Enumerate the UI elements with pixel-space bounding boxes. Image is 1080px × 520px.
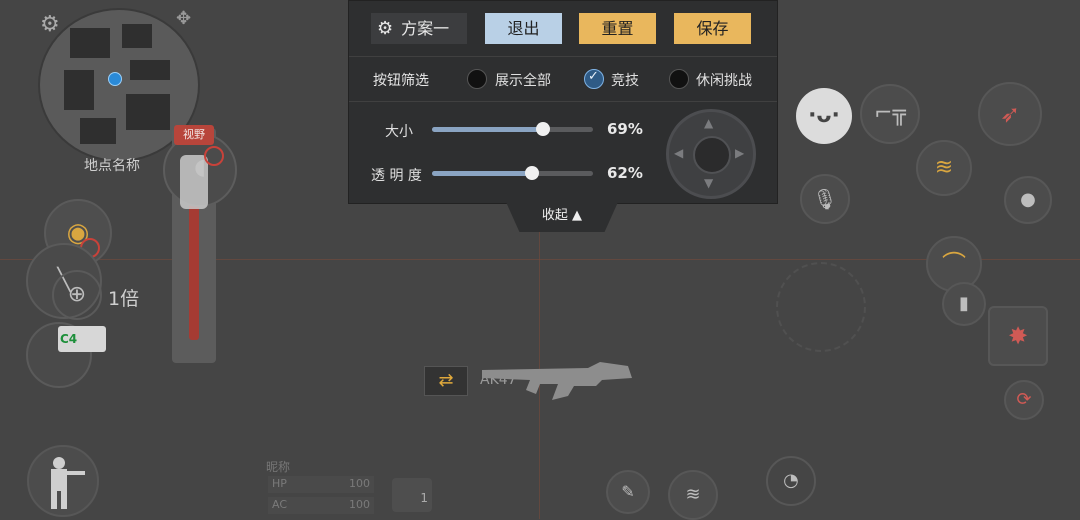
hp-value: 100	[349, 477, 370, 490]
player-position-icon	[108, 72, 122, 86]
collapse-button[interactable]: 收起 ▲	[506, 202, 618, 232]
gear-icon[interactable]: ⚙	[40, 12, 60, 37]
crouch-button[interactable]: ◔	[766, 456, 816, 506]
soldier-icon	[51, 457, 85, 509]
crosshair-button[interactable]: ⊕	[52, 270, 102, 320]
view-badge: 视野	[174, 125, 214, 145]
backpack-slot[interactable]: 1	[392, 478, 432, 512]
nickname-label: 昵称	[266, 460, 291, 474]
bullet-button[interactable]: ▮	[942, 282, 986, 326]
weapon-switch-button[interactable]: ⌐╦	[860, 84, 920, 144]
size-slider-fill	[432, 127, 543, 132]
reset-button[interactable]: 重置	[579, 13, 656, 44]
throw-grenade-button[interactable]: ●	[1004, 176, 1052, 224]
microphone-icon: 🎙	[812, 187, 838, 211]
scheme-label: 方案一	[401, 19, 450, 38]
arrow-down-icon: ▼	[704, 176, 714, 190]
crouch-icon: ◔	[783, 470, 799, 491]
spray-icon: ✎	[621, 482, 635, 501]
arrow-right-icon: ▶	[735, 146, 745, 160]
spray-button[interactable]: ✎	[606, 470, 650, 514]
zoom-level-label: 1倍	[108, 288, 140, 310]
zoom-slider-handle[interactable]	[180, 155, 208, 209]
backpack-count: 1	[420, 491, 428, 505]
filter-casual-radio[interactable]	[669, 69, 689, 89]
place-name-label: 地点名称	[84, 158, 140, 174]
zoom-slider-fill	[189, 200, 199, 340]
filter-all-label[interactable]: 展示全部	[495, 70, 551, 90]
panel-header: ⚙ 方案一 退出 重置 保存	[349, 1, 777, 57]
ac-row: AC 100	[268, 497, 374, 514]
filter-competitive-label[interactable]: 竞技	[611, 70, 639, 90]
hp-label: HP	[272, 477, 287, 490]
arrow-left-icon: ◀	[674, 146, 684, 160]
horizontal-guide-line	[0, 259, 1080, 260]
fire-button[interactable]: ✸	[988, 306, 1048, 366]
grenade-icon: ●	[1020, 189, 1036, 210]
ammo-reload-button[interactable]: ≋	[668, 470, 718, 520]
jump-icon: ⌒	[942, 250, 966, 278]
swap-weapon-button[interactable]: ⇄	[424, 366, 468, 396]
fire-icon: ✸	[1007, 322, 1029, 350]
size-slider-handle[interactable]	[536, 122, 550, 136]
size-value: 69%	[607, 120, 643, 138]
character-stance-button[interactable]	[27, 445, 99, 517]
exit-button[interactable]: 退出	[485, 13, 562, 44]
scheme-selector[interactable]: ⚙ 方案一	[371, 13, 467, 44]
voice-button[interactable]: 🎙	[800, 174, 850, 224]
bullet-icon: ▮	[959, 293, 969, 314]
opacity-slider-fill	[432, 171, 532, 176]
ammo-belt-icon: ≋	[685, 484, 701, 505]
disabled-icon	[204, 146, 224, 166]
opacity-slider[interactable]	[432, 166, 593, 180]
filter-title: 按钮筛选	[373, 73, 429, 89]
opacity-slider-handle[interactable]	[525, 166, 539, 180]
dpad-center	[693, 136, 731, 174]
filter-casual-label[interactable]: 休闲挑战	[696, 70, 752, 90]
ak47-silhouette-icon	[482, 362, 632, 400]
opacity-value: 62%	[607, 164, 643, 182]
filter-all-radio[interactable]	[467, 69, 487, 89]
refresh-button[interactable]: ⟳	[1004, 380, 1044, 420]
knife-icon: ➶	[999, 100, 1021, 128]
gear-icon: ⚙	[377, 18, 394, 39]
ammo-icon: ≋	[934, 155, 954, 180]
arrow-up-icon: ▲	[704, 116, 714, 130]
c4-card: C4	[58, 326, 106, 352]
size-slider[interactable]	[432, 122, 593, 136]
button-settings-panel: ⚙ 方案一 退出 重置 保存 按钮筛选 展示全部 竞技 休闲挑战 大小 69% 透…	[348, 0, 778, 204]
melee-button[interactable]: ➶	[978, 82, 1042, 146]
smiley-icon: ·ᴗ·	[808, 103, 840, 128]
hp-row: HP 100	[268, 476, 374, 493]
emoji-button[interactable]: ·ᴗ·	[796, 88, 852, 144]
rifle-icon: ⌐╦	[874, 101, 906, 126]
crosshair-icon: ⊕	[67, 282, 87, 307]
refresh-icon: ⟳	[1016, 389, 1032, 410]
reload-button[interactable]: ≋	[916, 140, 972, 196]
filter-competitive-radio[interactable]	[584, 69, 604, 89]
swap-arrows-icon: ⇄	[438, 370, 454, 391]
size-label: 大小	[385, 124, 413, 140]
ac-value: 100	[349, 498, 370, 511]
aim-joystick[interactable]	[776, 262, 866, 352]
ac-label: AC	[272, 498, 288, 511]
save-button[interactable]: 保存	[674, 13, 751, 44]
move-icon[interactable]: ✥	[176, 8, 191, 29]
opacity-label: 透 明 度	[371, 168, 422, 184]
button-filter-row: 按钮筛选 展示全部 竞技 休闲挑战	[349, 57, 777, 102]
dpad-preview: ▲ ▼ ◀ ▶	[666, 109, 756, 199]
